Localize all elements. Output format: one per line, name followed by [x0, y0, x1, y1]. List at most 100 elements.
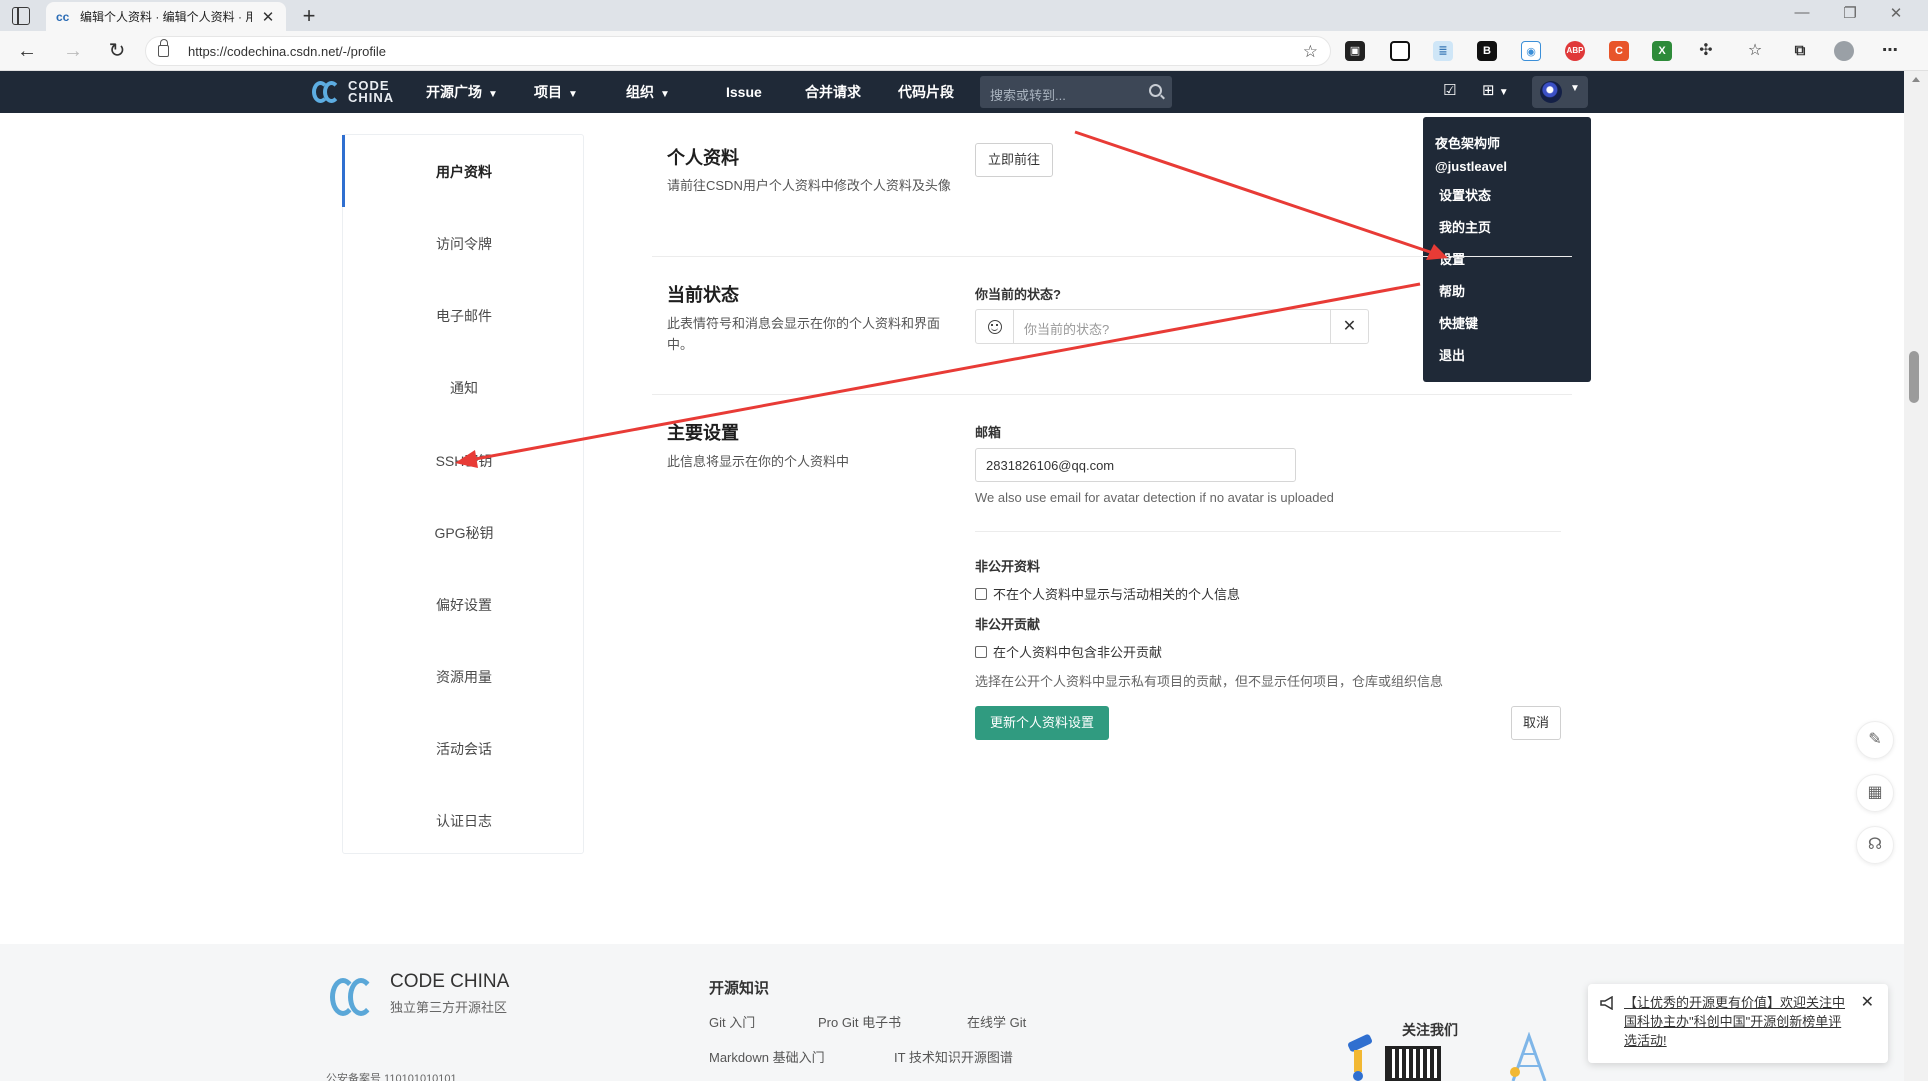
chevron-down-icon: ▼: [488, 89, 498, 100]
sidebar-item-notifications[interactable]: 通知: [343, 378, 585, 398]
status-input[interactable]: 你当前的状态?: [1024, 319, 1109, 338]
footer-link-markdown[interactable]: Markdown 基础入门: [709, 1047, 825, 1066]
footer-column-title: 开源知识: [709, 980, 770, 997]
footer-link-pro-git[interactable]: Pro Git 电子书: [818, 1012, 901, 1031]
nav-snippets[interactable]: 代码片段: [898, 71, 954, 113]
headset-icon[interactable]: ☊: [1856, 826, 1894, 864]
sidebar-item-profile[interactable]: 用户资料: [343, 162, 585, 182]
browser-tab-bar: cc 编辑个人资料 · 编辑个人资料 · 用 ✕ + — ❐ ✕: [0, 0, 1928, 31]
window-close-icon[interactable]: ✕: [1876, 4, 1916, 22]
email-field[interactable]: 2831826106@qq.com: [975, 448, 1296, 482]
nav-merge-requests[interactable]: 合并请求: [805, 71, 861, 113]
avatar: [1540, 81, 1562, 103]
restore-icon[interactable]: ❐: [1830, 4, 1870, 22]
cancel-button[interactable]: 取消: [1511, 706, 1561, 740]
new-item-icon[interactable]: ⊞ ▼: [1482, 81, 1509, 99]
square-icon[interactable]: [1390, 41, 1410, 61]
notice-popup: 【让优秀的开源更有价值】欢迎关注中国科协主办"科创中国"开源创新榜单评选活动! …: [1588, 984, 1888, 1063]
minimize-icon[interactable]: —: [1782, 4, 1822, 21]
menu-my-homepage[interactable]: 我的主页: [1439, 212, 1579, 244]
tab-actions-icon[interactable]: [12, 7, 30, 25]
status-input-group: 你当前的状态? ✕: [975, 309, 1369, 344]
footer-link-knowledge-map[interactable]: IT 技术知识开源图谱: [894, 1047, 1013, 1066]
footer-link-learn-git[interactable]: 在线学 Git: [967, 1012, 1026, 1031]
puzzle-icon[interactable]: ✣: [1696, 41, 1716, 61]
codechina-logo[interactable]: CODE CHINA: [312, 79, 394, 105]
footer-icp[interactable]: 公安备案号 110101010101: [326, 1070, 457, 1081]
wechat-qrcode-icon: [1385, 1046, 1441, 1081]
sidebar-item-preferences[interactable]: 偏好设置: [343, 595, 585, 615]
sidebar-item-emails[interactable]: 电子邮件: [343, 306, 585, 326]
clear-status-button[interactable]: ✕: [1330, 310, 1368, 343]
ladder-illustration-icon: [1510, 1032, 1547, 1081]
back-icon[interactable]: ←: [12, 37, 42, 65]
footer-logo-icon: [330, 974, 378, 1020]
reload-icon[interactable]: ↻: [102, 37, 132, 65]
sidebar-item-usage[interactable]: 资源用量: [343, 667, 585, 687]
search-input[interactable]: 搜索或转到...: [990, 85, 1066, 104]
sidebar-item-auth-log[interactable]: 认证日志: [343, 811, 585, 831]
collections2-icon[interactable]: ⧉: [1790, 41, 1810, 61]
forward-icon[interactable]: →: [58, 37, 88, 65]
nav-orgs[interactable]: 组织 ▼: [626, 71, 670, 113]
page-scrollbar[interactable]: [1904, 71, 1928, 1081]
c-ext-icon[interactable]: C: [1609, 41, 1629, 61]
collections-icon[interactable]: ▣: [1345, 41, 1365, 61]
private-contrib-checkbox-label[interactable]: 在个人资料中包含非公开贡献: [993, 642, 1162, 661]
private-profile-checkbox-label[interactable]: 不在个人资料中显示与活动相关的个人信息: [993, 584, 1240, 603]
goto-csdn-button[interactable]: 立即前往: [975, 143, 1053, 177]
qrcode-icon[interactable]: ▦: [1856, 774, 1894, 812]
scrollbar-thumb[interactable]: [1909, 351, 1919, 403]
footer-link-git-intro[interactable]: Git 入门: [709, 1012, 755, 1031]
excel-icon[interactable]: X: [1652, 41, 1672, 61]
menu-settings[interactable]: 设置: [1439, 244, 1579, 276]
update-profile-button[interactable]: 更新个人资料设置: [975, 706, 1109, 740]
notice-text[interactable]: 【让优秀的开源更有价值】欢迎关注中国科协主办"科创中国"开源创新榜单评选活动!: [1624, 993, 1854, 1050]
todo-icon[interactable]: ☑: [1443, 81, 1456, 99]
lock-icon[interactable]: [158, 39, 169, 57]
private-contrib-hint: 选择在公开个人资料中显示私有项目的贡献，但不显示任何项目，仓库或组织信息: [975, 674, 1444, 689]
menu-shortcuts[interactable]: 快捷键: [1439, 308, 1579, 340]
main-section-title: 主要设置: [667, 423, 739, 443]
close-icon[interactable]: ✕: [1861, 992, 1874, 1012]
tab-close-icon[interactable]: ✕: [260, 8, 276, 26]
browser-tab[interactable]: cc 编辑个人资料 · 编辑个人资料 · 用 ✕: [46, 2, 286, 31]
emoji-picker-button[interactable]: [976, 310, 1014, 343]
header-search[interactable]: 搜索或转到...: [980, 76, 1172, 108]
b-ext-icon[interactable]: B: [1477, 41, 1497, 61]
nav-open-square[interactable]: 开源广场 ▼: [426, 71, 498, 113]
edit-feedback-icon[interactable]: ✎: [1856, 721, 1894, 759]
section-divider: [652, 394, 1572, 395]
bot-icon[interactable]: ◉: [1521, 41, 1541, 61]
scroll-up-icon[interactable]: [1912, 77, 1920, 82]
private-profile-label: 非公开资料: [975, 559, 1041, 574]
profile-icon[interactable]: [1834, 41, 1854, 61]
favorites-icon[interactable]: ☆: [1745, 41, 1765, 61]
user-display-name: 夜色架构师: [1435, 136, 1501, 151]
sidebar-item-gpg-keys[interactable]: GPG秘钥: [343, 523, 585, 543]
sidebar-item-ssh-keys[interactable]: SSH密钥: [343, 451, 585, 471]
new-tab-icon[interactable]: +: [296, 3, 322, 29]
abp-icon[interactable]: ABP: [1565, 41, 1585, 61]
nav-projects[interactable]: 项目 ▼: [534, 71, 578, 113]
menu-logout[interactable]: 退出: [1439, 340, 1579, 372]
user-avatar-button[interactable]: ▼: [1532, 76, 1588, 108]
add-favorite-icon[interactable]: ☆: [1303, 42, 1318, 62]
menu-set-status[interactable]: 设置状态: [1439, 180, 1579, 212]
more-icon[interactable]: ⋯: [1880, 41, 1900, 61]
menu-help[interactable]: 帮助: [1439, 276, 1579, 308]
url-field[interactable]: https://codechina.csdn.net/-/profile ☆: [145, 36, 1331, 66]
status-section-desc: 此表情符号和消息会显示在你的个人资料和界面中。: [667, 316, 941, 352]
chevron-down-icon: ▼: [568, 89, 578, 100]
chevron-down-icon: ▼: [660, 89, 670, 100]
sidebar-item-active-sessions[interactable]: 活动会话: [343, 739, 585, 759]
private-contrib-checkbox[interactable]: [975, 645, 987, 658]
nav-issue[interactable]: Issue: [726, 71, 762, 113]
private-contrib-label: 非公开贡献: [975, 617, 1041, 632]
private-profile-checkbox[interactable]: [975, 587, 987, 600]
email-label: 邮箱: [975, 425, 1002, 440]
reader-icon[interactable]: ≣: [1433, 41, 1453, 61]
user-handle: @justleavel: [1435, 159, 1507, 174]
sidebar-item-access-tokens[interactable]: 访问令牌: [343, 234, 585, 254]
private-profile-row: 不在个人资料中显示与活动相关的个人信息: [975, 584, 1240, 603]
